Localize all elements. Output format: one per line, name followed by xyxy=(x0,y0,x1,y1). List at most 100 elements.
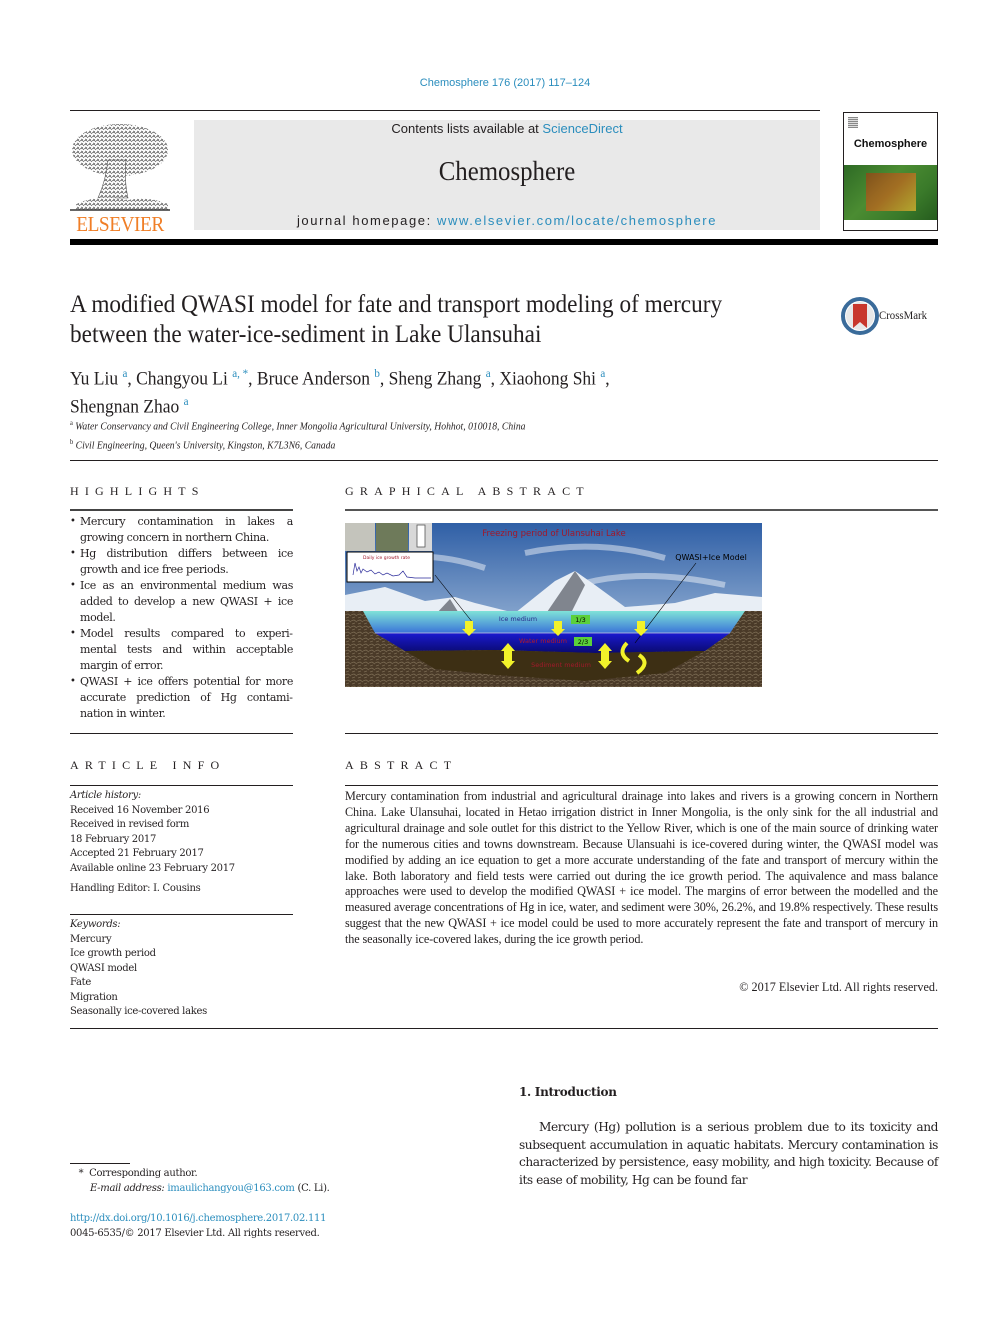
article-info-rule xyxy=(70,785,293,786)
graphical-abstract-heading: GRAPHICAL ABSTRACT xyxy=(345,484,590,498)
email-link[interactable]: imaulichangyou@163.com xyxy=(167,1183,295,1194)
author-affiliation-link[interactable]: a xyxy=(184,394,189,408)
elsevier-wordmark: ELSEVIER xyxy=(76,212,164,236)
highlight-item: QWASI + ice offers potential for more ac… xyxy=(70,674,293,722)
highlights-bottom-rule xyxy=(70,733,293,734)
email-note: E-mail address: imaulichangyou@163.com (… xyxy=(70,1181,490,1196)
email-label: E-mail address: xyxy=(90,1183,165,1194)
cover-title: Chemosphere xyxy=(853,138,928,150)
graphical-abstract-figure[interactable]: Freezing period of Ulansuhai Lake QWASI+… xyxy=(345,523,762,687)
cover-leaf-artwork xyxy=(844,165,937,220)
affiliation-a: a Water Conservancy and Civil Engineerin… xyxy=(70,416,714,435)
doi-block: http://dx.doi.org/10.1016/j.chemosphere.… xyxy=(70,1211,490,1241)
keyword: Migration xyxy=(70,991,118,1003)
article-history: Article history: Received 16 November 20… xyxy=(70,789,293,897)
abstract-rule xyxy=(345,785,938,786)
article-title-line-1: A modified QWASI model for fate and tran… xyxy=(70,291,723,318)
doi-link[interactable]: http://dx.doi.org/10.1016/j.chemosphere.… xyxy=(70,1213,326,1224)
abstract-heading: ABSTRACT xyxy=(345,758,458,772)
author-separator: , xyxy=(490,368,500,390)
highlights-list: Mercury contamination in lakes a growing… xyxy=(70,514,293,722)
sciencedirect-link[interactable]: ScienceDirect xyxy=(542,121,622,136)
author-name: Bruce Anderson xyxy=(256,368,371,390)
author-name: Xiaohong Shi xyxy=(499,368,597,390)
author-list: Yu Liu a, Changyou Li a, *, Bruce Anders… xyxy=(70,362,769,419)
abstract-bottom-rule xyxy=(70,1028,938,1029)
sediment-medium-label: Sediment medium xyxy=(531,661,591,669)
author-line-1: Yu Liu a, Changyou Li a, *, Bruce Anders… xyxy=(70,362,769,390)
keywords-rule xyxy=(70,914,293,915)
keyword: Seasonally ice-covered lakes xyxy=(70,1006,207,1017)
highlight-item: Mercury contamination in lakes a growing… xyxy=(70,514,293,546)
author-name: Shengnan Zhao xyxy=(70,396,180,418)
abstract-copyright: © 2017 Elsevier Ltd. All rights reserved… xyxy=(739,980,938,994)
history-item: Received in revised form xyxy=(70,819,190,830)
crossmark-label: CrossMark xyxy=(879,308,928,322)
header-rule xyxy=(70,110,820,111)
journal-homepage-link[interactable]: www.elsevier.com/locate/chemosphere xyxy=(437,213,717,228)
article-info-heading: ARTICLE INFO xyxy=(70,758,226,772)
contents-available-line: Contents lists available at ScienceDirec… xyxy=(194,121,820,136)
affiliation-b: b Civil Engineering, Queen's University,… xyxy=(70,435,714,454)
history-item: 18 February 2017 xyxy=(70,833,157,845)
keywords-label: Keywords: xyxy=(70,919,121,930)
keyword: Ice growth period xyxy=(70,948,156,959)
footnotes: * Corresponding author. E-mail address: … xyxy=(70,1166,490,1196)
journal-citation-link[interactable]: Chemosphere 176 (2017) 117–124 xyxy=(0,77,992,89)
history-item: Received 16 November 2016 xyxy=(70,804,210,816)
cover-publisher-badge-icon xyxy=(848,117,858,128)
graphical-abstract-rule xyxy=(345,509,938,511)
introduction-heading: 1. Introduction xyxy=(519,1085,617,1099)
keyword: Fate xyxy=(70,977,91,988)
water-fraction: 2/3 xyxy=(578,638,588,646)
cover-artwork-overlay xyxy=(866,173,916,211)
graphical-abstract-svg: Freezing period of Ulansuhai Lake QWASI+… xyxy=(345,523,762,687)
homepage-prefix: journal homepage: xyxy=(296,213,438,228)
section-divider xyxy=(70,460,938,461)
issn-line: 0045-6535/© 2017 Elsevier Ltd. All right… xyxy=(70,1228,320,1239)
handling-editor: Handling Editor: I. Cousins xyxy=(70,883,201,894)
crossmark-button[interactable]: CrossMark xyxy=(841,296,941,336)
highlights-rule xyxy=(70,509,293,511)
highlight-item: Model results compared to experi­mental … xyxy=(70,626,293,674)
journal-cover-thumbnail[interactable]: Chemosphere xyxy=(843,112,938,231)
inset-chart-title: Daily ice growth rate xyxy=(363,555,410,561)
journal-homepage-line: journal homepage: www.elsevier.com/locat… xyxy=(194,213,820,228)
journal-banner: Contents lists available at ScienceDirec… xyxy=(194,120,820,230)
history-item: Accepted 21 February 2017 xyxy=(70,848,204,859)
author-affiliation-link[interactable]: a, * xyxy=(232,366,248,380)
author-separator: , xyxy=(248,368,257,390)
keyword: Mercury xyxy=(70,933,112,945)
affiliations: a Water Conservancy and Civil Engineerin… xyxy=(70,416,714,453)
email-suffix: (C. Li). xyxy=(294,1183,330,1194)
keyword: QWASI model xyxy=(70,962,137,974)
history-item: Available online 23 February 2017 xyxy=(70,862,235,874)
article-title-line-2: between the water-ice-sediment in Lake U… xyxy=(70,321,542,348)
affiliation-mark: a xyxy=(70,419,73,427)
contents-prefix: Contents lists available at xyxy=(391,121,543,136)
footnote-rule xyxy=(70,1163,130,1164)
highlights-heading: HIGHLIGHTS xyxy=(70,484,205,498)
affiliation-text: Civil Engineering, Queen's University, K… xyxy=(75,440,336,451)
ice-medium-label: Ice medium xyxy=(499,615,537,623)
lab-photo-2 xyxy=(376,523,408,551)
author-name: Changyou Li xyxy=(136,368,228,390)
author-name: Yu Liu xyxy=(70,368,119,390)
header-thick-rule xyxy=(70,239,938,245)
affiliation-text: Water Conservancy and Civil Engineering … xyxy=(75,421,526,433)
author-separator: , xyxy=(127,368,137,390)
footnote-mark: * xyxy=(78,1168,84,1179)
ice-fraction: 1/3 xyxy=(575,616,585,624)
corresponding-label: Corresponding author. xyxy=(89,1168,198,1179)
affiliation-mark: b xyxy=(70,437,74,446)
figure-title: Freezing period of Ulansuhai Lake xyxy=(482,529,625,539)
corresponding-author-note: * Corresponding author. xyxy=(70,1166,490,1181)
journal-name: Chemosphere xyxy=(438,156,576,186)
author-name: Sheng Zhang xyxy=(388,368,482,390)
model-label: QWASI+Ice Model xyxy=(675,553,747,562)
graphical-abstract-bottom-rule xyxy=(345,733,938,734)
article-history-label: Article history: xyxy=(70,790,141,801)
introduction-text: Mercury (Hg) pollution is a serious prob… xyxy=(519,1120,938,1187)
lab-photo-1 xyxy=(345,523,375,551)
highlight-item: Ice as an environmental medium was added… xyxy=(70,578,293,626)
